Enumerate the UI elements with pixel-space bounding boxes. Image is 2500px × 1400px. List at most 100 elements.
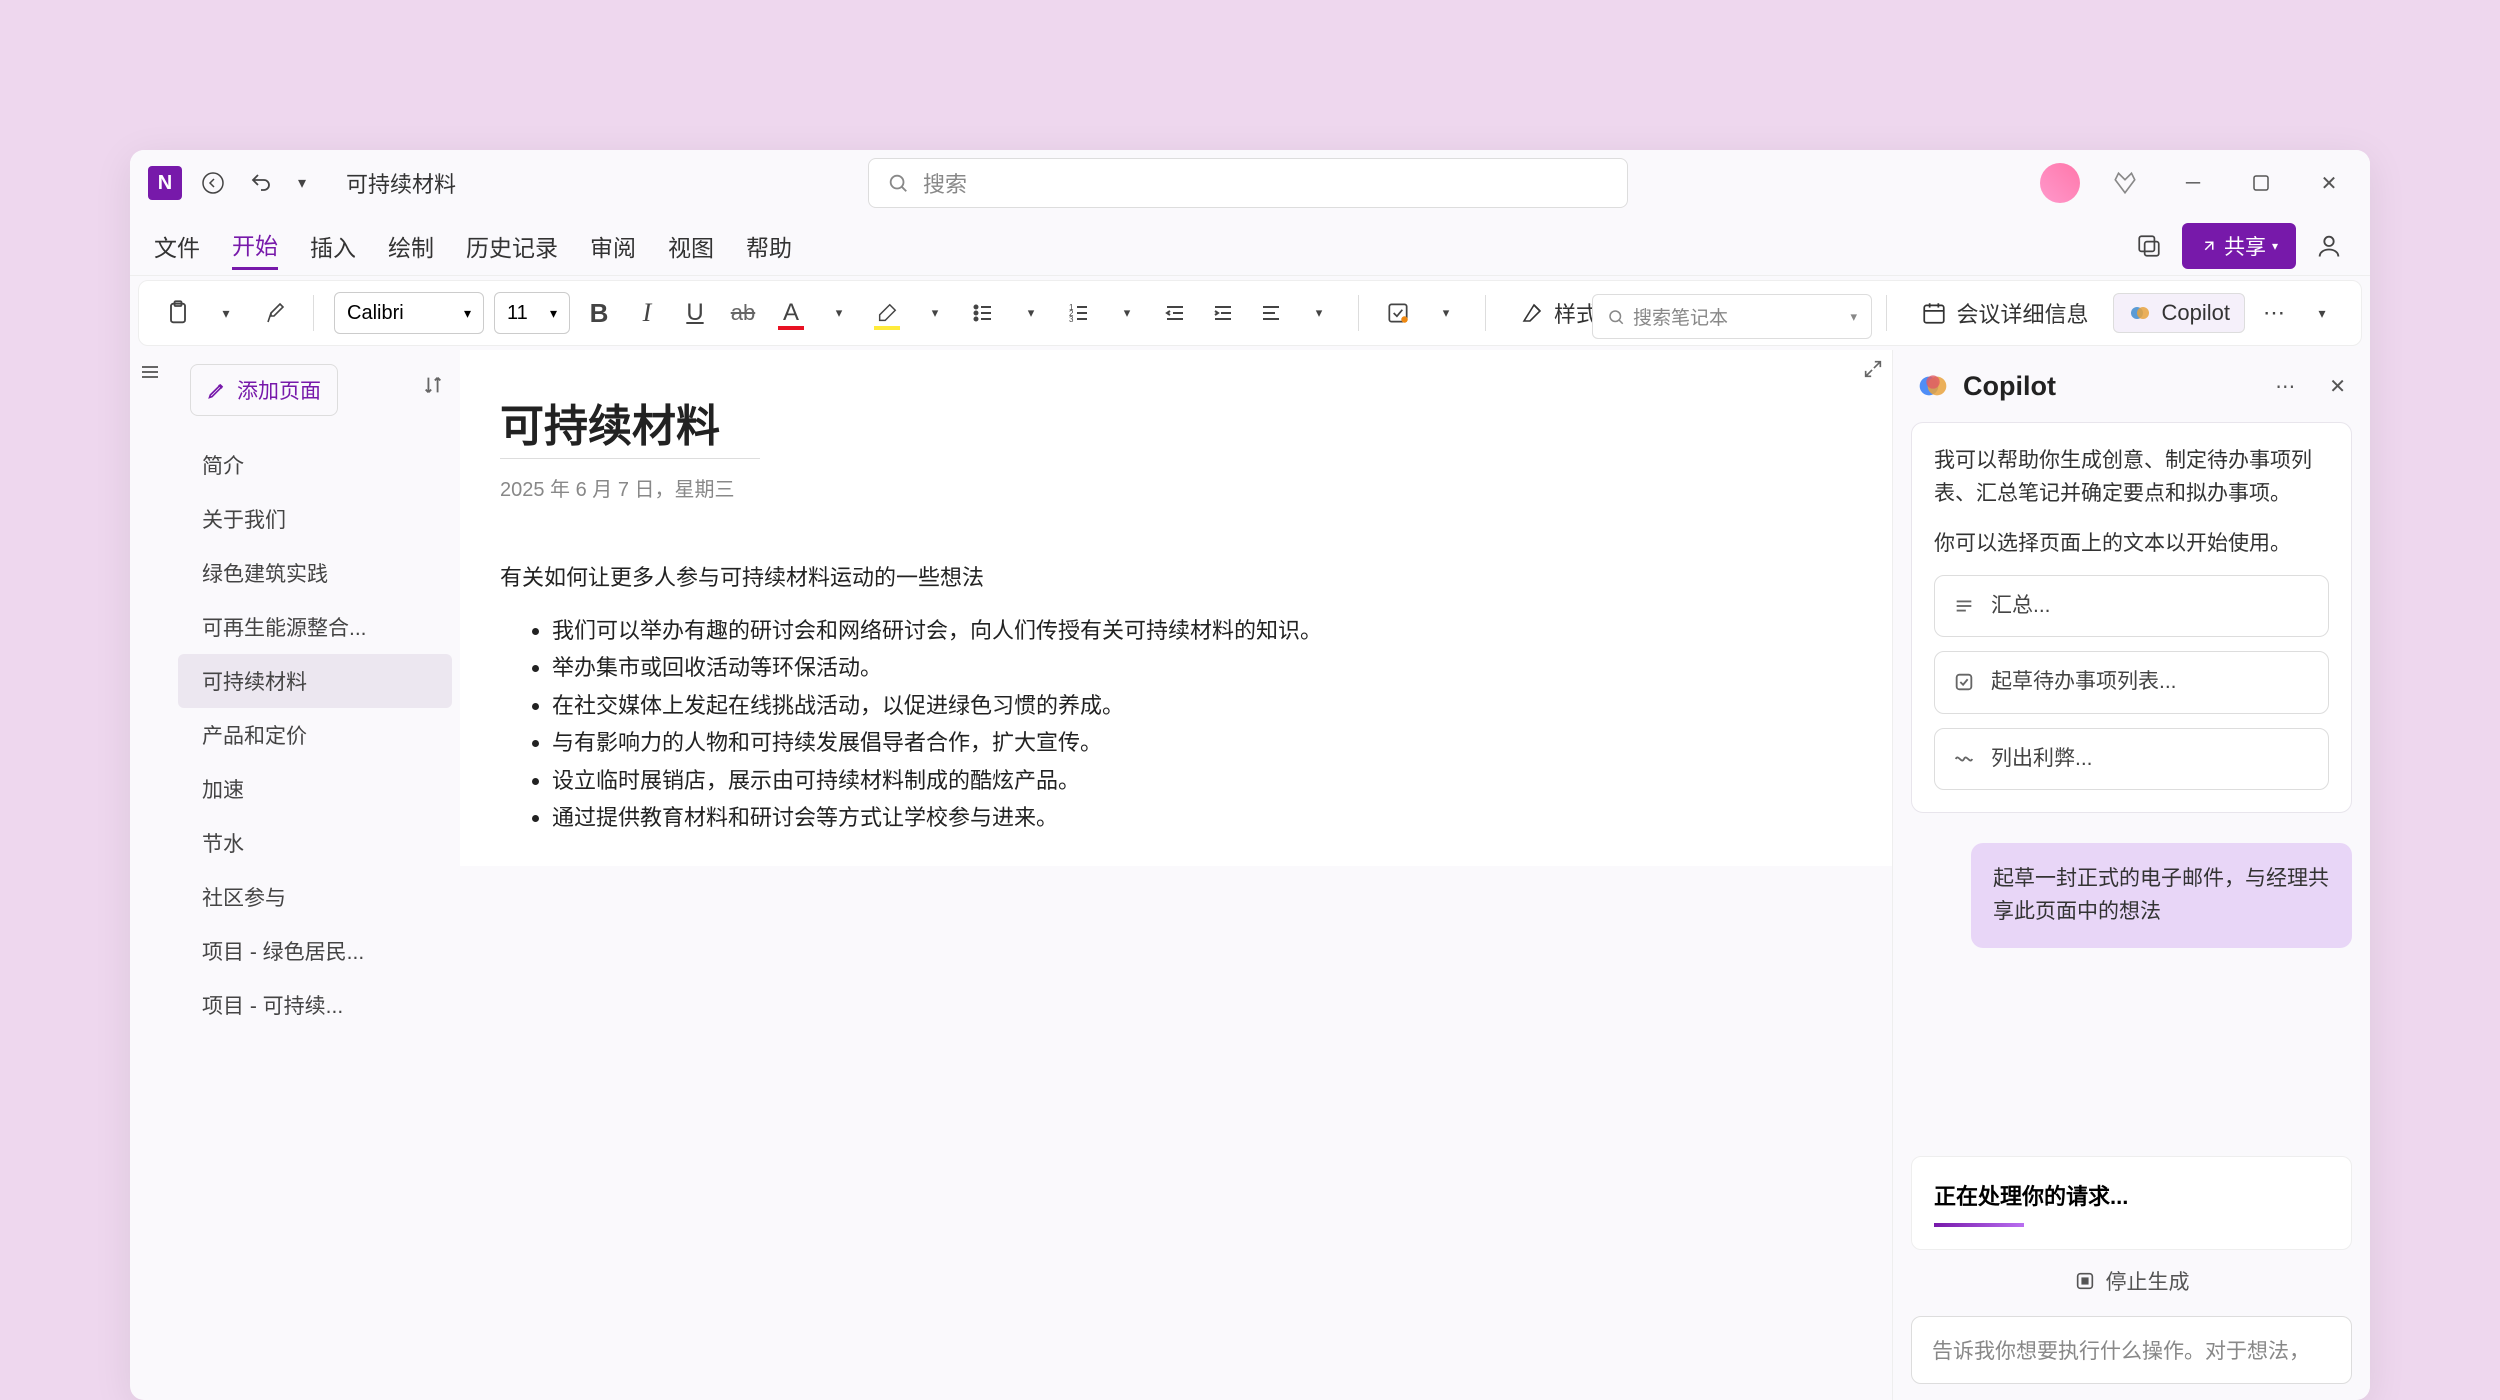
app-window: N ▾ 可持续材料 搜索 xyxy=(130,150,2370,1400)
note-lead[interactable]: 有关如何让更多人参与可持续材料运动的一些想法 xyxy=(500,560,1852,592)
premium-icon[interactable] xyxy=(2102,160,2148,206)
note-bullet[interactable]: 与有影响力的人物和可持续发展倡导者合作，扩大宣传。 xyxy=(552,724,1852,761)
menu-insert[interactable]: 插入 xyxy=(310,223,356,269)
stop-icon xyxy=(2074,1270,2096,1292)
undo-button[interactable] xyxy=(244,166,278,200)
note-canvas[interactable]: 可持续材料 2025 年 6 月 7 日，星期三 有关如何让更多人参与可持续材料… xyxy=(460,350,1892,866)
copilot-stop-button[interactable]: 停止生成 xyxy=(1893,1266,2370,1296)
page-item[interactable]: 社区参与 xyxy=(178,870,452,924)
copilot-panel: Copilot ⋯ ✕ 我可以帮助你生成创意、制定待办事项列表、汇总笔记并确定要… xyxy=(1892,350,2370,1400)
numbered-list-button[interactable]: 123 xyxy=(1060,290,1098,336)
paste-button[interactable] xyxy=(159,290,197,336)
font-family-select[interactable]: Calibri▾ xyxy=(334,292,484,334)
nav-toggle-icon[interactable] xyxy=(138,360,162,1400)
page-item[interactable]: 可再生能源整合... xyxy=(178,600,452,654)
menu-home[interactable]: 开始 xyxy=(232,221,278,270)
page-item[interactable]: 关于我们 xyxy=(178,492,452,546)
strikethrough-button[interactable]: ab xyxy=(724,290,762,336)
highlight-button[interactable] xyxy=(868,290,906,336)
note-bullet[interactable]: 我们可以举办有趣的研讨会和网络研讨会，向人们传授有关可持续材料的知识。 xyxy=(552,612,1852,649)
copilot-intro-text2: 你可以选择页面上的文本以开始使用。 xyxy=(1934,528,2329,561)
open-in-app-icon[interactable] xyxy=(2132,229,2166,263)
search-notebook-input[interactable]: 搜索笔记本 ▾ xyxy=(1592,294,1872,339)
page-item[interactable]: 加速 xyxy=(178,762,452,816)
expand-canvas-icon[interactable] xyxy=(1862,358,1884,380)
user-avatar[interactable] xyxy=(2040,163,2080,203)
bullet-list-button[interactable] xyxy=(964,290,1002,336)
window-close[interactable]: ✕ xyxy=(2306,160,2352,206)
copilot-logo-icon xyxy=(1917,370,1949,402)
note-bullet[interactable]: 设立临时展销店，展示由可持续材料制成的酷炫产品。 xyxy=(552,762,1852,799)
note-date: 2025 年 6 月 7 日，星期三 xyxy=(500,473,1852,502)
font-size-select[interactable]: 11▾ xyxy=(494,292,570,334)
note-bullet[interactable]: 在社交媒体上发起在线挑战活动，以促进绿色习惯的养成。 xyxy=(552,687,1852,724)
copilot-suggestion-summarize[interactable]: 汇总... xyxy=(1934,575,2329,638)
page-item[interactable]: 项目 - 绿色居民... xyxy=(178,924,452,978)
note-bullets[interactable]: 我们可以举办有趣的研讨会和网络研讨会，向人们传授有关可持续材料的知识。 举办集市… xyxy=(500,612,1852,836)
indent-button[interactable] xyxy=(1204,290,1242,336)
copilot-intro-text: 我可以帮助你生成创意、制定待办事项列表、汇总笔记并确定要点和拟办事项。 xyxy=(1934,445,2329,510)
copilot-intro-card: 我可以帮助你生成创意、制定待办事项列表、汇总笔记并确定要点和拟办事项。 你可以选… xyxy=(1911,422,2352,813)
numbered-dropdown[interactable]: ▾ xyxy=(1108,290,1146,336)
menu-file[interactable]: 文件 xyxy=(154,223,200,269)
share-icon xyxy=(2200,237,2218,255)
align-button[interactable] xyxy=(1252,290,1290,336)
search-icon xyxy=(887,172,909,194)
window-maximize[interactable] xyxy=(2238,160,2284,206)
back-button[interactable] xyxy=(196,166,230,200)
highlight-dropdown[interactable]: ▾ xyxy=(916,290,954,336)
outdent-button[interactable] xyxy=(1156,290,1194,336)
page-item-selected[interactable]: 可持续材料 xyxy=(178,654,452,708)
toolbar-more[interactable]: ⋯ xyxy=(2255,290,2293,336)
font-color-dropdown[interactable]: ▾ xyxy=(820,290,858,336)
note-title[interactable]: 可持续材料 xyxy=(500,390,760,459)
page-list-panel: 添加页面 简介 关于我们 绿色建筑实践 可再生能源整合... 可持续材料 产品和… xyxy=(170,350,460,1400)
list-icon xyxy=(1953,595,1975,617)
note-bullet[interactable]: 举办集市或回收活动等环保活动。 xyxy=(552,649,1852,686)
underline-button[interactable]: U xyxy=(676,290,714,336)
page-item[interactable]: 节水 xyxy=(178,816,452,870)
wave-icon xyxy=(1953,748,1975,770)
svg-text:3: 3 xyxy=(1069,315,1074,324)
copilot-suggestion-proscons[interactable]: 列出利弊... xyxy=(1934,728,2329,791)
copilot-suggestion-todo[interactable]: 起草待办事项列表... xyxy=(1934,651,2329,714)
bold-button[interactable]: B xyxy=(580,290,618,336)
page-item[interactable]: 简介 xyxy=(178,438,452,492)
bullet-dropdown[interactable]: ▾ xyxy=(1012,290,1050,336)
italic-button[interactable]: I xyxy=(628,290,666,336)
copilot-title: Copilot xyxy=(1963,371,2056,402)
meeting-details-button[interactable]: 会议详细信息 xyxy=(1907,291,2103,335)
copilot-toolbar-button[interactable]: Copilot xyxy=(2113,293,2245,333)
menu-review[interactable]: 审阅 xyxy=(590,223,636,269)
undo-dropdown[interactable]: ▾ xyxy=(292,166,312,200)
share-button[interactable]: 共享 ▾ xyxy=(2182,223,2296,269)
share-label: 共享 xyxy=(2224,231,2266,261)
copilot-progress-text: 正在处理你的请求... xyxy=(1934,1179,2329,1211)
add-page-button[interactable]: 添加页面 xyxy=(190,364,338,416)
tags-dropdown[interactable]: ▾ xyxy=(1427,290,1465,336)
menu-history[interactable]: 历史记录 xyxy=(466,223,558,269)
window-minimize[interactable]: ─ xyxy=(2170,160,2216,206)
menu-draw[interactable]: 绘制 xyxy=(388,223,434,269)
paste-dropdown[interactable]: ▾ xyxy=(207,290,245,336)
menu-view[interactable]: 视图 xyxy=(668,223,714,269)
styles-icon xyxy=(1520,301,1544,325)
tags-button[interactable] xyxy=(1379,290,1417,336)
note-bullet[interactable]: 通过提供教育材料和研讨会等方式让学校参与进来。 xyxy=(552,799,1852,836)
copilot-close-button[interactable]: ✕ xyxy=(2329,374,2346,399)
copilot-input[interactable]: 告诉我你想要执行什么操作。对于想法， xyxy=(1911,1316,2352,1384)
format-painter[interactable] xyxy=(255,290,293,336)
copilot-more-button[interactable]: ⋯ xyxy=(2275,374,2295,399)
menubar: 文件 开始 插入 绘制 历史记录 审阅 视图 帮助 共享 ▾ xyxy=(130,216,2370,276)
font-color-button[interactable]: A xyxy=(772,290,810,336)
align-dropdown[interactable]: ▾ xyxy=(1300,290,1338,336)
sort-button[interactable] xyxy=(422,374,444,396)
checkbox-icon xyxy=(1953,671,1975,693)
page-item[interactable]: 产品和定价 xyxy=(178,708,452,762)
page-item[interactable]: 项目 - 可持续... xyxy=(178,978,452,1032)
menu-help[interactable]: 帮助 xyxy=(746,223,792,269)
global-search-input[interactable]: 搜索 xyxy=(868,158,1628,208)
toolbar-collapse[interactable]: ▾ xyxy=(2303,290,2341,336)
page-item[interactable]: 绿色建筑实践 xyxy=(178,546,452,600)
settings-person-icon[interactable] xyxy=(2312,229,2346,263)
